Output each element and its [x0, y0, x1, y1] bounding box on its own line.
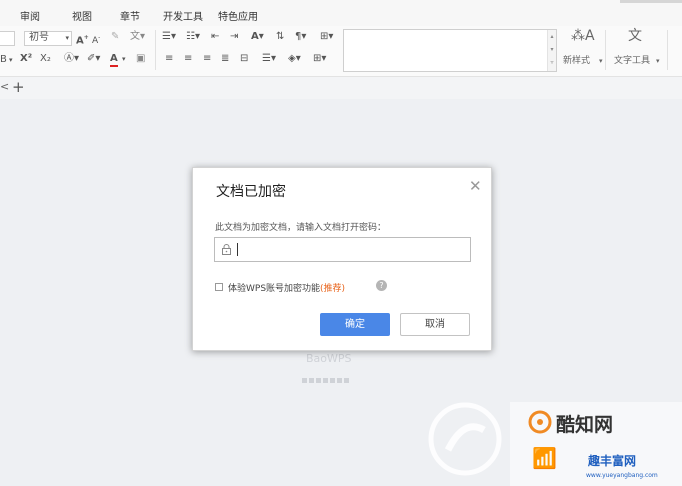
loading-dot [337, 378, 342, 383]
bold-dropdown[interactable]: B [0, 54, 7, 66]
watermark-site-icon [528, 410, 552, 434]
subscript-button[interactable]: X₂ [40, 53, 51, 65]
toolbar-divider [605, 30, 606, 70]
loading-dot [330, 378, 335, 383]
checkbox-label-group: 体验WPS账号加密功能(推荐) [228, 281, 345, 294]
lock-icon [222, 244, 231, 255]
wifi-icon: 📶 [532, 446, 557, 470]
font-size-select[interactable]: 初号 ▾ [24, 31, 72, 46]
menu-developer[interactable]: 开发工具 [163, 8, 203, 23]
new-style-label[interactable]: 新样式 [563, 55, 590, 67]
watermark-logo-icon [428, 402, 502, 476]
toolbar: 初号 ▾ A+ A- ✎ 文▾ ☰▾ ☷▾ ⇤ ⇥ A▾ ⇅ ¶▾ ⊞▾ B ▾… [0, 26, 682, 77]
fill-color-icon[interactable]: ◈▾ [288, 53, 301, 65]
loading-dot [302, 378, 307, 383]
watermark-url: www.yueyangbang.com [586, 472, 658, 479]
menu-review[interactable]: 审阅 [20, 8, 40, 23]
text-effect-icon[interactable]: Ⓐ▾ [64, 53, 79, 65]
tab-scroll-left[interactable]: < [0, 80, 9, 93]
grow-font-icon[interactable]: A+ [76, 32, 89, 47]
help-icon[interactable]: ? [376, 280, 387, 291]
ok-button[interactable]: 确定 [320, 313, 390, 336]
pinyin-icon[interactable]: 文▾ [130, 31, 145, 43]
text-tools-icon[interactable]: 文 [628, 29, 642, 43]
dialog-prompt: 此文档为加密文档，请输入文档打开密码： [215, 223, 387, 233]
bullet-list-icon[interactable]: ☰▾ [162, 31, 176, 43]
toolbar-divider [667, 30, 668, 70]
dialog-title: 文档已加密 [216, 184, 286, 200]
close-icon[interactable]: ✕ [469, 177, 482, 195]
align-center-icon[interactable]: ≡ [184, 53, 192, 65]
show-marks-icon[interactable]: ¶▾ [295, 31, 306, 43]
text-direction-icon[interactable]: A▾ [251, 31, 264, 43]
line-spacing-icon[interactable]: ☰▾ [262, 53, 276, 65]
loading-dot [344, 378, 349, 383]
password-input[interactable] [214, 237, 471, 262]
loading-dots [302, 368, 351, 387]
chevron-down-icon: ▾ [599, 57, 603, 65]
document-tab-bar: < + [0, 77, 682, 99]
font-color-button[interactable]: A [110, 53, 118, 67]
password-dialog: 文档已加密 ✕ 此文档为加密文档，请输入文档打开密码： 体验WPS账号加密功能(… [192, 167, 492, 351]
table-tools-icon[interactable]: ⊞▾ [320, 31, 333, 43]
font-family-select[interactable] [0, 31, 15, 46]
cancel-button[interactable]: 取消 [400, 313, 470, 336]
text-caret [237, 243, 238, 256]
chevron-down-icon: ▾ [9, 56, 13, 64]
style-gallery[interactable]: ▴ ▾ ▿ [343, 29, 557, 72]
recommend-badge: (推荐) [320, 284, 346, 294]
menu-right-tab [620, 0, 682, 3]
increase-indent-icon[interactable]: ⇥ [230, 31, 238, 43]
chevron-down-icon: ▾ [122, 55, 126, 63]
align-left-icon[interactable]: ≡ [165, 53, 173, 65]
font-size-value: 初号 [29, 32, 49, 43]
account-encrypt-checkbox[interactable] [215, 283, 223, 291]
expand-icon[interactable]: ▿ [548, 56, 556, 69]
watermark-site2-name: 趣丰富网 [588, 454, 637, 468]
loading-dot [309, 378, 314, 383]
border-icon[interactable]: ⊞▾ [313, 53, 326, 65]
menu-chapter[interactable]: 章节 [120, 8, 140, 23]
loading-brand-text: BaoWPS [306, 352, 352, 365]
clear-format-icon[interactable]: ✎ [111, 31, 119, 43]
number-list-icon[interactable]: ☷▾ [186, 31, 200, 43]
checkbox-label[interactable]: 体验WPS账号加密功能 [228, 284, 320, 294]
scroll-up-icon[interactable]: ▴ [548, 30, 556, 43]
superscript-button[interactable]: X² [20, 53, 32, 65]
loading-dot [316, 378, 321, 383]
menu-bar: 审阅 视图 章节 开发工具 特色应用 [0, 0, 682, 26]
char-shading-icon[interactable]: ▣ [136, 53, 145, 65]
highlight-icon[interactable]: ✐▾ [87, 53, 100, 65]
justify-icon[interactable]: ≣ [221, 53, 229, 65]
new-tab-button[interactable]: + [12, 78, 25, 96]
watermark-site-name: 酷知网 [556, 414, 614, 436]
menu-special[interactable]: 特色应用 [218, 8, 258, 23]
text-tools-label[interactable]: 文字工具 [614, 55, 650, 67]
new-style-icon[interactable]: ⁂A [571, 29, 595, 43]
toolbar-divider [155, 30, 156, 70]
distributed-icon[interactable]: ⊟ [240, 53, 248, 65]
style-gallery-scroll[interactable]: ▴ ▾ ▿ [547, 30, 556, 71]
shrink-font-icon[interactable]: A- [92, 32, 100, 47]
menu-view[interactable]: 视图 [72, 8, 92, 23]
chevron-down-icon: ▾ [656, 57, 660, 65]
loading-dot [323, 378, 328, 383]
sort-icon[interactable]: ⇅ [276, 31, 284, 43]
align-right-icon[interactable]: ≡ [203, 53, 211, 65]
chevron-down-icon: ▾ [65, 34, 69, 42]
decrease-indent-icon[interactable]: ⇤ [211, 31, 219, 43]
scroll-down-icon[interactable]: ▾ [548, 43, 556, 56]
